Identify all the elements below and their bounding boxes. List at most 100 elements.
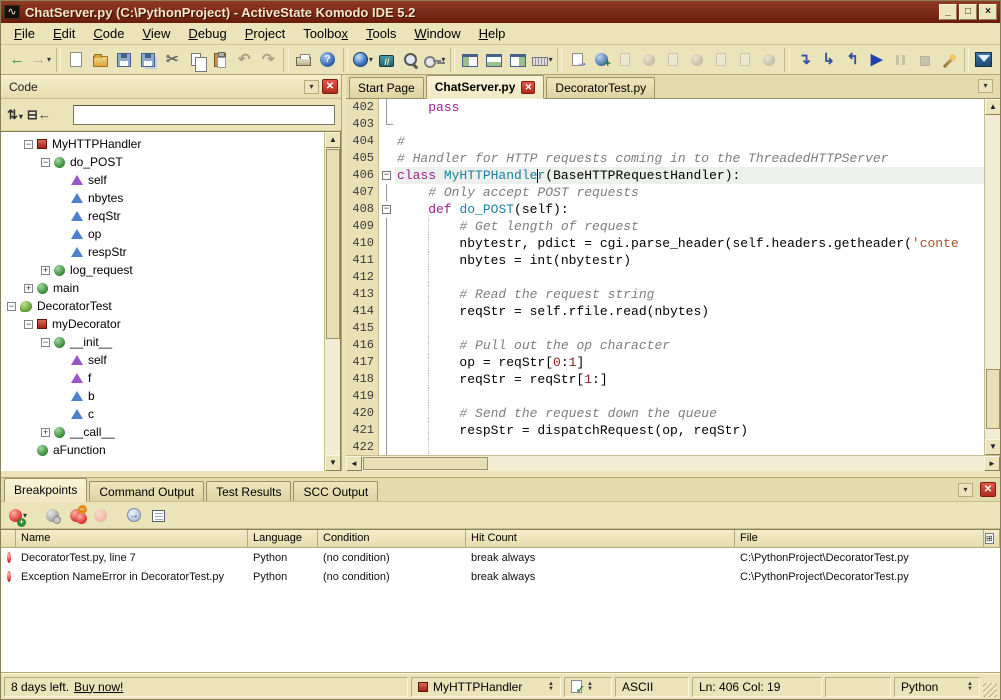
breakpoint-row[interactable]: DecoratorTest.py, line 7Python(no condit…: [1, 548, 1000, 567]
close-button[interactable]: ×: [979, 4, 997, 20]
section-selector[interactable]: MyHTTPHandler ▲▼: [411, 677, 561, 697]
column-header-hit-count[interactable]: Hit Count: [466, 530, 735, 548]
toggle-left-pane-icon[interactable]: [458, 47, 482, 73]
menu-code[interactable]: Code: [84, 24, 133, 43]
code-line-406[interactable]: 406−class MyHTTPHandler(BaseHTTPRequestH…: [346, 167, 984, 184]
line-number[interactable]: 402: [346, 99, 379, 116]
forward-icon[interactable]: →▾: [29, 47, 53, 73]
macro-icon[interactable]: ▾: [423, 47, 447, 73]
line-number[interactable]: 415: [346, 320, 379, 337]
code-line-417[interactable]: 417 op = reqStr[0:1]: [346, 354, 984, 371]
back-icon[interactable]: ←: [5, 47, 29, 73]
tree-item-__call__[interactable]: +__call__: [1, 423, 340, 441]
wand-icon[interactable]: [937, 47, 961, 73]
panel-menu-icon[interactable]: ▾: [958, 483, 973, 497]
code-line-411[interactable]: 411 nbytes = int(nbytestr): [346, 252, 984, 269]
symbol-filter-input[interactable]: [73, 105, 335, 125]
close-panel-icon[interactable]: ✕: [322, 79, 338, 94]
tree-item-op[interactable]: op: [1, 225, 340, 243]
redo-icon[interactable]: ↷: [256, 47, 280, 73]
tab-list-dropdown-icon[interactable]: ▾: [978, 79, 993, 93]
step-out-icon[interactable]: ↰: [841, 47, 865, 73]
tab-command-output[interactable]: Command Output: [89, 481, 204, 501]
code-line-405[interactable]: 405# Handler for HTTP requests coming in…: [346, 150, 984, 167]
tree-item-f[interactable]: f: [1, 369, 340, 387]
code-line-404[interactable]: 404#: [346, 133, 984, 150]
code-line-413[interactable]: 413 # Read the request string: [346, 286, 984, 303]
scroll-up-icon[interactable]: ▲: [325, 132, 341, 148]
tree-item-nbytes[interactable]: nbytes: [1, 189, 340, 207]
plus-expander-icon[interactable]: +: [41, 266, 50, 275]
tree-item-log_request[interactable]: +log_request: [1, 261, 340, 279]
line-number[interactable]: 407: [346, 184, 379, 201]
line-number[interactable]: 418: [346, 371, 379, 388]
code-line-415[interactable]: 415: [346, 320, 984, 337]
plus-expander-icon[interactable]: +: [24, 284, 33, 293]
code-line-403[interactable]: 403: [346, 116, 984, 133]
debug-go-icon[interactable]: [565, 47, 589, 73]
copy-icon[interactable]: [184, 47, 208, 73]
scroll-down-icon[interactable]: ▼: [985, 439, 1000, 455]
column-header-file[interactable]: File: [735, 530, 984, 548]
code-line-407[interactable]: 407 # Only accept POST requests: [346, 184, 984, 201]
print-icon[interactable]: [292, 47, 316, 73]
delete-breakpoints-icon[interactable]: [64, 502, 88, 528]
column-header-condition[interactable]: Condition: [318, 530, 466, 548]
collapse-all-icon[interactable]: ⊟←: [27, 107, 51, 123]
editor-hscrollbar[interactable]: ◄ ►: [346, 455, 1000, 471]
fold-collapse-icon[interactable]: −: [379, 201, 395, 218]
open-file-icon[interactable]: [88, 47, 112, 73]
line-number[interactable]: 420: [346, 405, 379, 422]
code-line-420[interactable]: 420 # Send the request down the queue: [346, 405, 984, 422]
menu-file[interactable]: File: [5, 24, 44, 43]
paste-icon[interactable]: [208, 47, 232, 73]
buy-now-link[interactable]: Buy now!: [74, 680, 123, 694]
code-line-410[interactable]: 410 nbytestr, pdict = cgi.parse_header(s…: [346, 235, 984, 252]
komodo-logo-icon[interactable]: [972, 47, 996, 73]
code-line-402[interactable]: 402 pass: [346, 99, 984, 116]
tab-start-page[interactable]: Start Page: [349, 77, 424, 98]
line-number[interactable]: 406: [346, 167, 379, 184]
tree-item-DecoratorTest[interactable]: −DecoratorTest: [1, 297, 340, 315]
toggle-right-pane-icon[interactable]: [506, 47, 530, 73]
close-panel-icon[interactable]: ✕: [980, 482, 996, 497]
editor-vscrollbar[interactable]: ▲ ▼: [984, 99, 1000, 455]
step-over-icon[interactable]: ↳: [817, 47, 841, 73]
tree-item-respStr[interactable]: respStr: [1, 243, 340, 261]
cut-icon[interactable]: ✂: [160, 47, 184, 73]
menu-window[interactable]: Window: [405, 24, 469, 43]
add-breakpoint-icon[interactable]: ▾: [6, 502, 30, 528]
breakpoint-row[interactable]: Exception NameError in DecoratorTest.pyP…: [1, 567, 1000, 586]
fold-collapse-icon[interactable]: −: [379, 167, 395, 184]
menu-debug[interactable]: Debug: [179, 24, 235, 43]
menu-project[interactable]: Project: [236, 24, 294, 43]
keyboard-icon[interactable]: ▾: [530, 47, 554, 73]
goto-source-icon[interactable]: →: [122, 502, 146, 528]
line-number[interactable]: 412: [346, 269, 379, 286]
plus-expander-icon[interactable]: +: [41, 428, 50, 437]
code-line-414[interactable]: 414 reqStr = self.rfile.read(nbytes): [346, 303, 984, 320]
minus-expander-icon[interactable]: −: [7, 302, 16, 311]
tab-test-results[interactable]: Test Results: [206, 481, 291, 501]
maximize-button[interactable]: □: [959, 4, 977, 20]
line-number[interactable]: 419: [346, 388, 379, 405]
menu-tools[interactable]: Tools: [357, 24, 405, 43]
code-editor[interactable]: 402 pass403404#405# Handler for HTTP req…: [346, 99, 984, 455]
menu-help[interactable]: Help: [470, 24, 515, 43]
code-line-416[interactable]: 416 # Pull out the op character: [346, 337, 984, 354]
code-line-412[interactable]: 412: [346, 269, 984, 286]
column-header-name[interactable]: Name: [16, 530, 248, 548]
tree-scrollbar[interactable]: ▲ ▼: [324, 132, 340, 471]
tree-item-main[interactable]: +main: [1, 279, 340, 297]
line-number[interactable]: 405: [346, 150, 379, 167]
tree-item-myDecorator[interactable]: −myDecorator: [1, 315, 340, 333]
code-line-422[interactable]: 422: [346, 439, 984, 455]
tab-scc-output[interactable]: SCC Output: [293, 481, 378, 501]
find-icon[interactable]: [399, 47, 423, 73]
line-number[interactable]: 409: [346, 218, 379, 235]
syntax-check-status[interactable]: ▲▼: [564, 677, 612, 697]
line-number[interactable]: 404: [346, 133, 379, 150]
line-number[interactable]: 410: [346, 235, 379, 252]
line-number[interactable]: 403: [346, 116, 379, 133]
minus-expander-icon[interactable]: −: [24, 320, 33, 329]
